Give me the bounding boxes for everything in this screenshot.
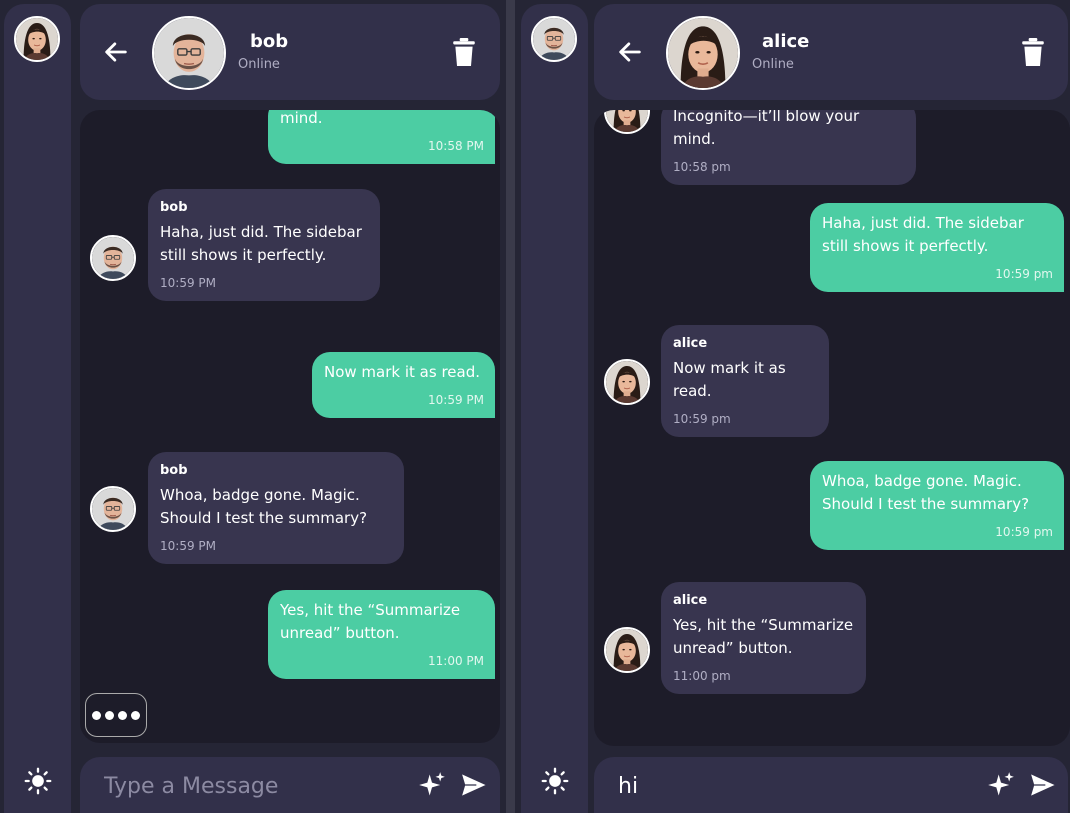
sidebar-rail (4, 4, 71, 813)
message-sender: alice (673, 336, 708, 351)
message-time: 10:59 pm (673, 412, 731, 426)
message-sender: bob (160, 200, 188, 215)
chat-header: alice Online (594, 4, 1068, 100)
sun-icon[interactable] (541, 767, 569, 795)
sparkle-icon[interactable] (987, 771, 1015, 799)
contact-status: Online (238, 57, 280, 72)
message-text: Whoa, badge gone. Magic. Should I test t… (822, 472, 1030, 513)
message-time: 10:58 PM (428, 139, 484, 153)
message-sent: Now mark it as read. 10:59 PM (312, 352, 495, 418)
message-time: 10:59 pm (995, 525, 1053, 539)
message-input[interactable] (616, 769, 900, 803)
sun-icon[interactable] (24, 767, 52, 795)
contact-name: bob (250, 31, 289, 52)
chat-panel-bob: bob Online mind. 10:58 PM bob Haha, just… (0, 0, 506, 813)
message-sender: alice (673, 593, 708, 608)
message-received: Incognito—it’ll blow your mind. 10:58 pm (661, 110, 916, 185)
message-text: Whoa, badge gone. Magic. Should I test t… (160, 486, 368, 527)
message-received: bob Whoa, badge gone. Magic. Should I te… (148, 452, 404, 564)
panel-divider (506, 0, 515, 813)
message-sent: mind. 10:58 PM (268, 110, 495, 164)
message-text: mind. (280, 110, 323, 127)
message-list[interactable]: mind. 10:58 PM bob Haha, just did. The s… (80, 110, 500, 743)
typing-dots-icon (85, 693, 147, 737)
contact-status: Online (752, 57, 794, 72)
message-time: 11:00 PM (428, 654, 484, 668)
send-icon[interactable] (1029, 772, 1057, 798)
message-composer (80, 757, 500, 813)
message-time: 10:59 pm (995, 267, 1053, 281)
message-sent: Haha, just did. The sidebar still shows … (810, 203, 1064, 292)
message-text: Now mark it as read. (673, 359, 786, 400)
message-received: alice Yes, hit the “Summarize unread” bu… (661, 582, 866, 694)
contact-avatar[interactable] (666, 16, 740, 90)
avatar-sender (604, 110, 650, 134)
message-text: Yes, hit the “Summarize unread” button. (673, 616, 854, 657)
message-sent: Whoa, badge gone. Magic. Should I test t… (810, 461, 1064, 550)
message-text: Incognito—it’ll blow your mind. (673, 110, 860, 148)
back-arrow-icon[interactable] (102, 38, 130, 66)
message-input[interactable] (102, 769, 386, 803)
message-time: 10:58 pm (673, 160, 731, 174)
message-time: 10:59 PM (160, 276, 216, 290)
sparkle-icon[interactable] (418, 771, 446, 799)
chat-panel-alice: alice Online Incognito—it’ll blow your m… (515, 0, 1070, 813)
message-list[interactable]: Incognito—it’ll blow your mind. 10:58 pm… (594, 110, 1070, 746)
chat-header: bob Online (80, 4, 500, 100)
message-text: Haha, just did. The sidebar still shows … (160, 223, 362, 264)
send-icon[interactable] (460, 772, 488, 798)
message-sent: Yes, hit the “Summarize unread” button. … (268, 590, 495, 679)
message-sender: bob (160, 463, 188, 478)
trash-icon[interactable] (453, 38, 475, 66)
avatar-sender (604, 627, 650, 673)
message-text: Yes, hit the “Summarize unread” button. (280, 601, 461, 642)
message-received: alice Now mark it as read. 10:59 pm (661, 325, 829, 437)
message-composer (594, 757, 1068, 813)
avatar-current-user[interactable] (531, 16, 577, 62)
message-received: bob Haha, just did. The sidebar still sh… (148, 189, 380, 301)
sidebar-rail (521, 4, 588, 813)
message-time: 11:00 pm (673, 669, 731, 683)
trash-icon[interactable] (1022, 38, 1044, 66)
contact-avatar[interactable] (152, 16, 226, 90)
message-time: 10:59 PM (160, 539, 216, 553)
back-arrow-icon[interactable] (616, 38, 644, 66)
avatar-sender (90, 235, 136, 281)
avatar-current-user[interactable] (14, 16, 60, 62)
avatar-sender (604, 359, 650, 405)
message-time: 10:59 PM (428, 393, 484, 407)
contact-name: alice (762, 31, 810, 52)
message-text: Haha, just did. The sidebar still shows … (822, 214, 1024, 255)
message-text: Now mark it as read. (324, 363, 480, 381)
avatar-sender (90, 486, 136, 532)
